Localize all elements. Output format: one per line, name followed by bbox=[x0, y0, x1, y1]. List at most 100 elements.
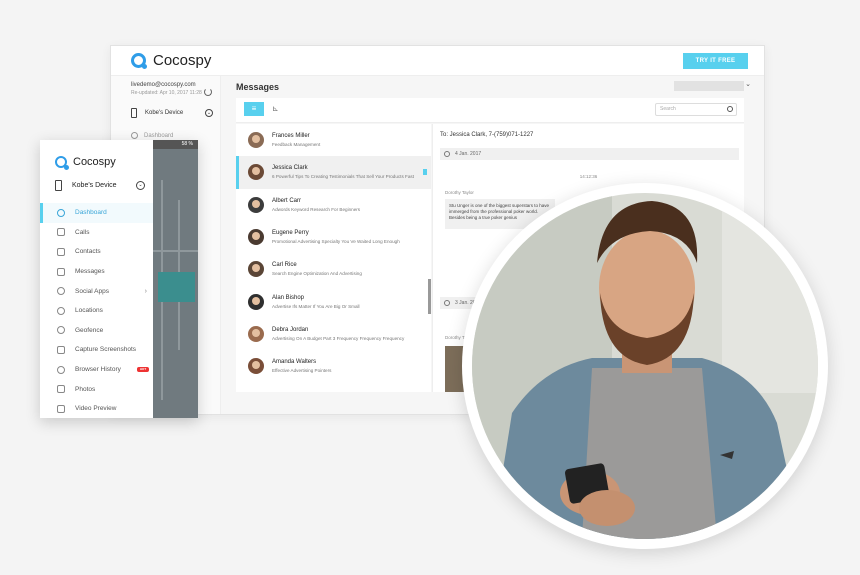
date-divider[interactable]: 4 Jan. 2017 bbox=[440, 148, 739, 160]
menu-item-label: Geofence bbox=[75, 326, 104, 334]
menu-item-label: Video Preview bbox=[75, 405, 117, 413]
contact-name: Debra Jordan bbox=[272, 326, 309, 333]
device-name: Kobe's Device bbox=[72, 182, 117, 189]
scrollbar[interactable] bbox=[428, 279, 431, 314]
dashboard-icon bbox=[131, 132, 138, 139]
contact-name: Amanda Walters bbox=[272, 359, 317, 366]
phone-icon bbox=[55, 180, 62, 191]
phone-icon bbox=[57, 228, 65, 237]
sidebar-item-label: Dashboard bbox=[144, 132, 174, 139]
menu-item-social-apps[interactable]: Social Apps › bbox=[40, 281, 153, 301]
clock-icon bbox=[57, 365, 65, 374]
menu-item-label: Contacts bbox=[75, 248, 101, 256]
avatar bbox=[248, 229, 264, 246]
chevron-down-icon[interactable]: ⌄ bbox=[136, 181, 145, 190]
sender-name: Dorothy Taylor bbox=[445, 190, 474, 195]
message-preview: Promotional Advertising Specialty You Ve… bbox=[272, 239, 400, 245]
menu-item-label: Browser History bbox=[75, 366, 121, 374]
list-item[interactable]: Eugene Perry Promotional Advertising Spe… bbox=[236, 221, 431, 253]
search-icon[interactable] bbox=[727, 106, 733, 112]
menu-item-messages[interactable]: Messages bbox=[40, 262, 153, 282]
menu-item-label: Locations bbox=[75, 307, 103, 315]
menu-item-geofence[interactable]: Geofence bbox=[40, 321, 153, 341]
avatar bbox=[248, 261, 264, 278]
date-label: 4 Jan. 2017 bbox=[455, 151, 482, 157]
avatar bbox=[248, 358, 264, 375]
page-title: Messages bbox=[236, 82, 280, 92]
sync-icon[interactable] bbox=[204, 88, 212, 96]
list-item[interactable]: Debra Jordan Advertising On A Budget Par… bbox=[236, 318, 431, 350]
avatar bbox=[248, 293, 264, 310]
device-selector[interactable]: Kobe's Device ⌄ bbox=[55, 180, 145, 191]
list-item[interactable]: Albert Carr Adwords Keyword Research For… bbox=[236, 189, 431, 221]
message-time: 14:12:36 bbox=[579, 174, 598, 179]
conversation-recipient: To: Jessica Clark, 7-(759)071-1227 bbox=[440, 132, 534, 138]
menu-list: Dashboard Calls Contacts Messages Social… bbox=[40, 203, 153, 418]
collapse-icon bbox=[444, 300, 450, 306]
menu-item-photos[interactable]: Photos bbox=[40, 379, 153, 399]
contacts-icon bbox=[57, 247, 65, 256]
account-info: livedemo@cocospy.com Re-updated: Apr 10,… bbox=[111, 76, 220, 96]
hot-badge: HOT bbox=[137, 366, 149, 372]
menu-item-label: Photos bbox=[75, 385, 96, 393]
photo-icon bbox=[57, 385, 65, 394]
menu-item-calls[interactable]: Calls bbox=[40, 223, 153, 243]
sidebar-item-dashboard[interactable]: Dashboard bbox=[111, 132, 220, 139]
brand-logo[interactable]: Cocospy bbox=[131, 52, 211, 69]
menu-item-contacts[interactable]: Contacts bbox=[40, 242, 153, 262]
try-it-free-button[interactable]: TRY IT FREE bbox=[683, 53, 748, 69]
menu-item-video-preview[interactable]: Video Preview bbox=[40, 399, 153, 418]
chart-view-button[interactable]: ⊾ bbox=[272, 102, 284, 116]
list-item[interactable]: Frances Miller Feedback Management bbox=[236, 124, 431, 156]
video-icon bbox=[57, 404, 65, 413]
list-item[interactable]: Amanda Walters Effective Advertising Poi… bbox=[236, 350, 431, 382]
message-preview: Feedback Management bbox=[272, 142, 321, 148]
screenshot-icon bbox=[57, 345, 65, 354]
list-item[interactable]: Jessica Clark 6 Powerful Tips To Creatin… bbox=[236, 156, 431, 189]
blurred-user-menu[interactable] bbox=[674, 81, 744, 91]
status-bar: 58 % bbox=[153, 140, 198, 149]
chat-icon bbox=[57, 287, 65, 296]
contact-name: Alan Bishop bbox=[272, 294, 305, 301]
search-input[interactable]: Search bbox=[655, 103, 737, 116]
menu-item-label: Calls bbox=[75, 228, 90, 236]
avatar bbox=[248, 132, 264, 149]
trash-icon[interactable] bbox=[423, 169, 427, 176]
dashboard-icon bbox=[57, 208, 65, 217]
device-selector[interactable]: Kobe's Device ⌄ bbox=[111, 106, 220, 120]
message-icon bbox=[57, 267, 65, 276]
mobile-panel: 58 % Cocospy Kobe's Device ⌄ Dashboard C… bbox=[40, 140, 198, 418]
avatar bbox=[248, 325, 264, 342]
message-preview: Advertise Ifs Matter If You Are Big Or S… bbox=[272, 303, 360, 309]
menu-item-dashboard[interactable]: Dashboard bbox=[40, 203, 153, 223]
list-item[interactable]: Carl Rice Search Engine Optimization And… bbox=[236, 253, 431, 285]
menu-item-browser-history[interactable]: Browser History HOT bbox=[40, 360, 153, 380]
contact-name: Frances Miller bbox=[272, 133, 310, 140]
avatar bbox=[248, 196, 264, 213]
cocospy-logo-icon bbox=[55, 156, 69, 170]
contact-name: Jessica Clark bbox=[272, 165, 308, 172]
list-item[interactable]: Alan Bishop Advertise Ifs Matter If You … bbox=[236, 285, 431, 317]
chevron-down-icon[interactable]: ⌄ bbox=[745, 80, 751, 88]
phone-icon bbox=[131, 108, 137, 118]
menu-item-locations[interactable]: Locations bbox=[40, 301, 153, 321]
message-preview: Search Engine Optimization And Advertisi… bbox=[272, 271, 362, 277]
collapse-icon bbox=[444, 151, 450, 157]
message-preview: Advertising On A Budget Part 3 Frequency… bbox=[272, 335, 405, 341]
contact-name: Albert Carr bbox=[272, 197, 302, 204]
message-preview: Effective Advertising Pointers bbox=[272, 368, 332, 374]
menu-item-label: Dashboard bbox=[75, 209, 107, 217]
menu-item-label: Social Apps bbox=[75, 287, 109, 295]
menu-item-capture-screenshots[interactable]: Capture Screenshots bbox=[40, 340, 153, 360]
chevron-down-icon[interactable]: ⌄ bbox=[205, 109, 213, 117]
menu-item-label: Capture Screenshots bbox=[75, 346, 137, 354]
device-name: Kobe's Device bbox=[145, 110, 184, 116]
brand-logo[interactable]: Cocospy bbox=[55, 156, 116, 170]
chevron-right-icon: › bbox=[144, 287, 147, 295]
brand-name: Cocospy bbox=[73, 156, 116, 168]
cocospy-logo-icon bbox=[131, 53, 147, 69]
location-pin-icon bbox=[57, 306, 65, 315]
avatar bbox=[248, 164, 264, 181]
geofence-icon bbox=[57, 326, 65, 335]
list-view-button[interactable]: ≡ bbox=[244, 102, 264, 116]
